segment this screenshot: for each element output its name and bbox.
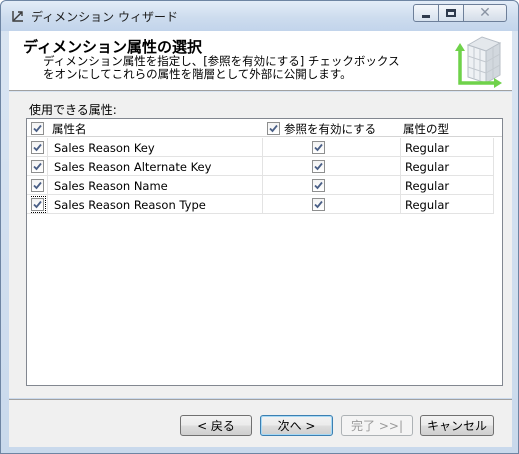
window-title: ディメンション ウィザード	[31, 10, 178, 24]
back-button[interactable]: < 戻る	[180, 415, 252, 436]
attribute-select-checkbox[interactable]	[31, 160, 44, 173]
attribute-select-checkbox[interactable]	[31, 179, 44, 192]
attribute-type-cell[interactable]: Regular	[405, 138, 490, 157]
wizard-window: ディメンション ウィザード ✕ ディメンション属性の選択 ディメンション属性を指…	[0, 0, 519, 454]
attribute-type-cell[interactable]: Regular	[405, 176, 490, 195]
row-select-cell	[31, 138, 47, 157]
column-header-attribute-type[interactable]: 属性の型	[403, 119, 493, 138]
attribute-select-checkbox[interactable]	[31, 196, 46, 213]
enable-browse-checkbox[interactable]	[312, 160, 325, 173]
enable-browse-all-checkbox[interactable]	[267, 122, 280, 135]
row-select-cell	[31, 176, 47, 195]
attribute-type-cell[interactable]: Regular	[405, 157, 490, 176]
minimize-icon	[422, 14, 430, 18]
row-browse-cell	[312, 138, 328, 157]
finish-button: 完了 >>|	[341, 415, 413, 436]
attribute-name-cell: Sales Reason Name	[54, 178, 168, 193]
column-header-enable-browse[interactable]: 参照を有効にする	[284, 119, 404, 138]
row-browse-cell	[312, 176, 328, 195]
table-row[interactable]: Sales Reason Key Regular	[27, 138, 493, 157]
checkmark-icon	[314, 181, 323, 190]
dimension-cube-icon	[455, 36, 502, 88]
table-row[interactable]: Sales Reason Name Regular	[27, 176, 493, 195]
checkmark-icon	[33, 162, 42, 171]
cancel-button[interactable]: キャンセル	[420, 415, 494, 436]
grid-column-divider	[493, 138, 494, 214]
maximize-button[interactable]	[438, 4, 464, 22]
description-line-2: をオンにしてこれらの属性を階層として外部に公開します。	[43, 67, 352, 81]
table-row[interactable]: Sales Reason Reason Type Regular	[27, 195, 493, 214]
attribute-select-checkbox[interactable]	[31, 141, 44, 154]
close-icon: ✕	[479, 5, 491, 21]
checkmark-icon	[33, 124, 42, 133]
title-bar[interactable]: ディメンション ウィザード ✕	[1, 1, 518, 31]
checkmark-icon	[314, 143, 323, 152]
attribute-name-cell: Sales Reason Key	[54, 140, 155, 155]
wizard-app-icon	[12, 11, 23, 22]
close-button[interactable]: ✕	[463, 4, 507, 22]
checkmark-icon	[314, 200, 323, 209]
maximize-icon	[446, 9, 456, 17]
available-attributes-label: 使用できる属性:	[29, 103, 117, 117]
page-description: ディメンション属性を指定し、[参照を有効にする] チェックボックス をオンにして…	[43, 55, 443, 81]
row-browse-cell	[312, 195, 328, 214]
attribute-type-cell[interactable]: Regular	[405, 195, 490, 214]
select-all-checkbox[interactable]	[31, 122, 44, 135]
enable-browse-checkbox[interactable]	[312, 198, 325, 211]
enable-browse-checkbox[interactable]	[312, 141, 325, 154]
browse-all-cell	[267, 119, 283, 138]
attribute-name-cell: Sales Reason Reason Type	[54, 197, 206, 212]
attribute-name-cell: Sales Reason Alternate Key	[54, 159, 212, 174]
table-row[interactable]: Sales Reason Alternate Key Regular	[27, 157, 493, 176]
select-all-cell	[31, 119, 47, 138]
button-bar: < 戻る 次へ > 完了 >>| キャンセル	[9, 400, 512, 447]
attributes-grid[interactable]: 属性名 参照を有効にする 属性の型 Sales Reason Key Regula…	[26, 118, 503, 386]
checkmark-icon	[314, 162, 323, 171]
row-select-cell	[31, 195, 47, 214]
attributes-panel: 使用できる属性: 属性名 参照を有効にする 属性の型 Sales Reason …	[9, 92, 512, 398]
checkmark-icon	[269, 124, 278, 133]
checkmark-icon	[33, 143, 42, 152]
next-button[interactable]: 次へ >	[260, 415, 333, 436]
column-header-attribute-name[interactable]: 属性名	[52, 119, 252, 138]
checkmark-icon	[33, 181, 42, 190]
enable-browse-checkbox[interactable]	[312, 179, 325, 192]
row-browse-cell	[312, 157, 328, 176]
minimize-button[interactable]	[413, 4, 439, 22]
row-select-cell	[31, 157, 47, 176]
grid-header: 属性名 参照を有効にする 属性の型	[27, 119, 502, 137]
checkmark-icon	[33, 200, 42, 209]
wizard-header: ディメンション属性の選択 ディメンション属性を指定し、[参照を有効にする] チェ…	[9, 31, 512, 91]
